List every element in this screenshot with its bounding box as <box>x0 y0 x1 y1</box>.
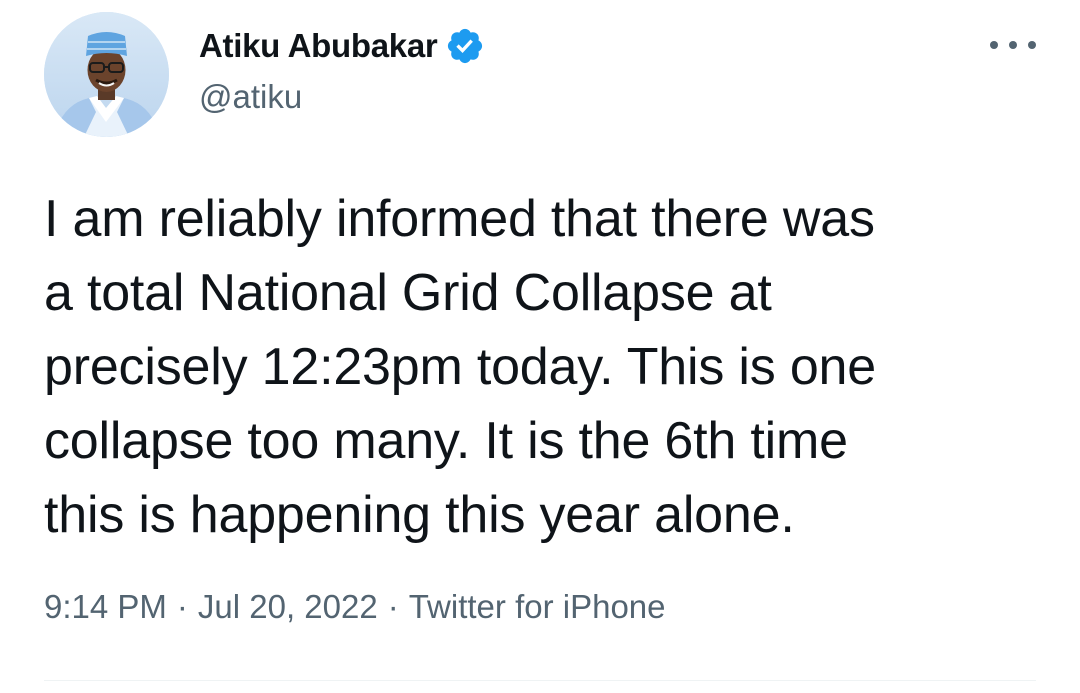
more-dot <box>990 41 998 49</box>
more-options-icon[interactable] <box>990 28 1036 62</box>
tweet-date[interactable]: Jul 20, 2022 <box>198 588 378 626</box>
author-handle[interactable]: @atiku <box>199 78 302 116</box>
verified-badge-icon <box>445 26 485 66</box>
avatar-image <box>44 12 169 137</box>
tweet-source[interactable]: Twitter for iPhone <box>409 588 666 626</box>
tweet-card: Atiku Abubakar @atiku I am reliably info… <box>0 0 1080 693</box>
meta-separator: · <box>176 588 188 625</box>
tweet-meta: 9:14 PM · Jul 20, 2022 · Twitter for iPh… <box>44 588 666 626</box>
author-name-row[interactable]: Atiku Abubakar <box>199 24 485 68</box>
tweet-time[interactable]: 9:14 PM <box>44 588 167 626</box>
avatar[interactable] <box>44 12 169 137</box>
divider <box>44 680 1036 681</box>
more-dot <box>1028 41 1036 49</box>
meta-separator: · <box>387 588 399 625</box>
author-display-name[interactable]: Atiku Abubakar <box>199 27 438 65</box>
tweet-text: I am reliably informed that there was a … <box>44 190 876 544</box>
more-dot <box>1009 41 1017 49</box>
